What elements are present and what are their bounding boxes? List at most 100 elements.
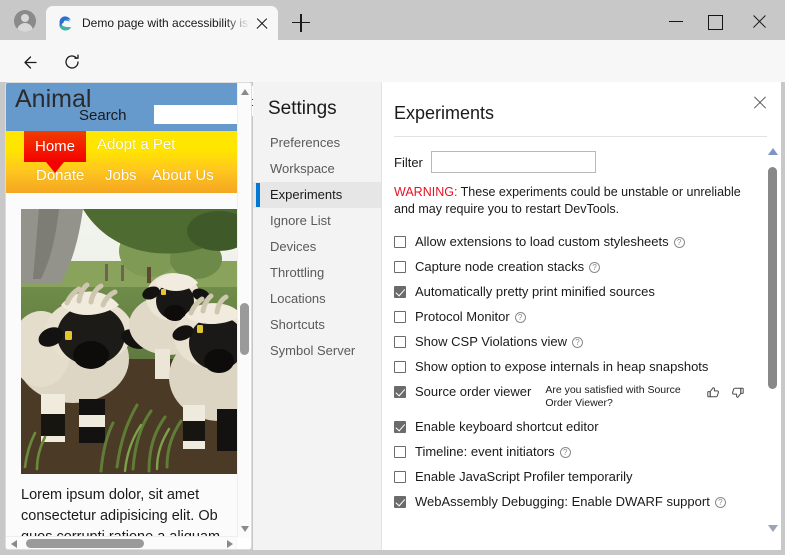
browser-toolbar: https://microsoftedge.github.io/Demos/de… — [0, 40, 785, 116]
experiment-label: Enable JavaScript Profiler temporarily — [415, 468, 633, 484]
experiment-row[interactable]: Capture node creation stacks? — [382, 254, 781, 279]
scroll-down-arrow-icon[interactable] — [768, 525, 778, 532]
site-nav: Home Adopt a Pet Donate Jobs About Us — [6, 131, 238, 193]
experiment-row[interactable]: WebAssembly Debugging: Enable DWARF supp… — [382, 489, 781, 514]
experiment-row[interactable]: Timeline: event initiators? — [382, 439, 781, 464]
page-title: Experiments — [394, 103, 495, 123]
nav-item-about-us[interactable]: About Us — [152, 167, 214, 184]
site-header: Animal Search — [6, 83, 238, 131]
experiment-row[interactable]: Enable JavaScript Profiler temporarily — [382, 464, 781, 489]
maximize-icon[interactable] — [693, 6, 737, 36]
experiment-label: Enable keyboard shortcut editor — [415, 418, 599, 434]
scroll-up-arrow-icon[interactable] — [768, 148, 778, 155]
browser-tab[interactable]: Demo page with accessibility issu — [46, 6, 278, 40]
checkbox-csp-violations-view[interactable] — [394, 335, 406, 348]
close-tab-icon[interactable] — [252, 13, 272, 33]
scroll-up-arrow-icon[interactable] — [241, 89, 249, 95]
experiment-row[interactable]: Enable keyboard shortcut editor — [382, 414, 781, 439]
feedback-question: Are you satisfied with Source Order View… — [545, 383, 681, 409]
nav-item-adopt-a-pet[interactable]: Adopt a Pet — [97, 136, 175, 153]
experiment-label: Show option to expose internals in heap … — [415, 358, 709, 374]
experiments-list: Allow extensions to load custom styleshe… — [382, 218, 781, 514]
experiments-scroll-thumb[interactable] — [768, 167, 777, 389]
checkbox-auto-pretty-print[interactable] — [394, 285, 406, 298]
page-content: Animal Search Home Adopt a Pet Donate Jo… — [6, 83, 238, 538]
experiment-row[interactable]: Automatically pretty print minified sour… — [382, 279, 781, 304]
experiment-row[interactable]: Source order viewer Are you satisfied wi… — [382, 379, 781, 414]
filter-input[interactable] — [430, 151, 596, 173]
checkbox-protocol-monitor[interactable] — [394, 310, 406, 323]
nav-item-home[interactable]: Home — [24, 131, 86, 173]
checkbox-capture-node-creation-stacks[interactable] — [394, 260, 406, 273]
sidebar-item-devices[interactable]: Devices — [253, 234, 381, 260]
checkbox-source-order-viewer[interactable] — [394, 385, 406, 398]
experiments-vertical-scrollbar[interactable] — [765, 140, 779, 546]
page-scroll-thumb[interactable] — [240, 303, 249, 355]
experiment-label: WebAssembly Debugging: Enable DWARF supp… — [415, 493, 710, 509]
help-icon[interactable]: ? — [589, 261, 601, 273]
warning-message: WARNING: These experiments could be unst… — [382, 173, 781, 218]
profile-button[interactable] — [10, 7, 40, 35]
help-icon[interactable]: ? — [559, 446, 571, 458]
help-icon[interactable]: ? — [514, 311, 526, 323]
checkbox-timeline-event-initiators[interactable] — [394, 445, 406, 458]
help-icon[interactable]: ? — [572, 336, 583, 348]
checkbox-javascript-profiler[interactable] — [394, 470, 406, 483]
help-icon[interactable]: ? — [673, 236, 685, 248]
page-horizontal-scrollbar[interactable] — [6, 536, 238, 549]
sidebar-item-workspace[interactable]: Workspace — [253, 156, 381, 182]
page-vertical-scrollbar[interactable] — [237, 83, 250, 538]
feedback-block: Are you satisfied with Source Order View… — [545, 384, 745, 410]
sidebar-item-ignore-list[interactable]: Ignore List — [253, 208, 381, 234]
page-hscroll-thumb[interactable] — [26, 539, 144, 548]
experiment-label: Timeline: event initiators — [415, 443, 555, 459]
window-bottom-edge — [0, 550, 785, 555]
experiment-row[interactable]: Show option to expose internals in heap … — [382, 354, 781, 379]
filter-row: Filter — [382, 140, 781, 173]
search-label: Search — [79, 107, 127, 124]
search-input[interactable] — [154, 105, 238, 124]
scroll-left-arrow-icon[interactable] — [11, 540, 17, 548]
warning-prefix: WARNING: — [394, 185, 458, 199]
avatar — [14, 10, 36, 32]
back-arrow-icon[interactable] — [15, 48, 43, 76]
thumbs-down-icon[interactable] — [730, 385, 745, 400]
experiments-scroll-area: Filter WARNING: These experiments could … — [382, 140, 781, 550]
experiment-row[interactable]: Protocol Monitor? — [382, 304, 781, 329]
checkbox-webassembly-dwarf-support[interactable] — [394, 495, 406, 508]
scroll-right-arrow-icon[interactable] — [227, 540, 233, 548]
sidebar-item-throttling[interactable]: Throttling — [253, 260, 381, 286]
checkbox-allow-extensions-stylesheets[interactable] — [394, 235, 406, 248]
sidebar-item-shortcuts[interactable]: Shortcuts — [253, 312, 381, 338]
reload-icon[interactable] — [58, 48, 86, 76]
settings-sidebar: Settings Preferences Workspace Experimen… — [253, 82, 381, 550]
experiment-label: Source order viewer — [415, 383, 532, 399]
experiment-row[interactable]: Allow extensions to load custom styleshe… — [382, 229, 781, 254]
experiment-row[interactable]: Show CSP Violations view? — [382, 329, 781, 354]
scroll-down-arrow-icon[interactable] — [241, 526, 249, 532]
tab-title: Demo page with accessibility issu — [82, 16, 252, 30]
new-tab-button[interactable] — [288, 11, 314, 35]
experiments-panel: Experiments Filter WARNING: These experi… — [381, 82, 781, 550]
thumbs-up-icon[interactable] — [706, 385, 721, 400]
checkbox-expose-internals-heap-snapshots[interactable] — [394, 360, 406, 373]
nav-item-jobs[interactable]: Jobs — [105, 167, 137, 184]
experiment-label: Show CSP Violations view — [415, 333, 567, 349]
sheep-photo — [21, 209, 238, 474]
settings-title: Settings — [268, 98, 337, 119]
close-icon[interactable] — [739, 6, 783, 36]
nav-item-donate[interactable]: Donate — [36, 167, 84, 184]
checkbox-keyboard-shortcut-editor[interactable] — [394, 420, 406, 433]
experiment-label: Allow extensions to load custom styleshe… — [415, 233, 669, 249]
sidebar-item-locations[interactable]: Locations — [253, 286, 381, 312]
divider — [394, 136, 767, 137]
help-icon[interactable]: ? — [714, 496, 726, 508]
sidebar-item-preferences[interactable]: Preferences — [253, 130, 381, 156]
sidebar-item-experiments[interactable]: Experiments — [253, 182, 381, 208]
sidebar-item-symbol-server[interactable]: Symbol Server — [253, 338, 381, 364]
nav-row-primary: Home Adopt a Pet — [6, 131, 238, 173]
experiment-label: Automatically pretty print minified sour… — [415, 283, 655, 299]
web-page-viewport: Animal Search Home Adopt a Pet Donate Jo… — [5, 82, 252, 550]
browser-window: Demo page with accessibility issu Animal… — [0, 0, 785, 555]
close-icon[interactable] — [749, 91, 771, 113]
